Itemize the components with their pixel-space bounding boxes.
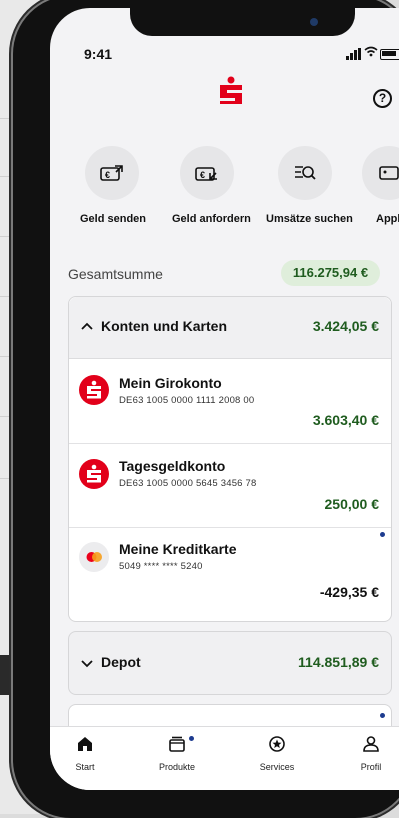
account-name: Tagesgeldkonto (119, 458, 226, 474)
accounts-section-title: Konten und Karten (101, 318, 227, 334)
sparkasse-logo (220, 76, 242, 104)
app-screen: 9:41 ? € Geld senden € Geld anfordern Um… (50, 8, 399, 790)
camera (310, 18, 318, 26)
depot-card[interactable]: Depot 114.851,89 € (68, 631, 392, 695)
quick-action-send-money[interactable]: € Geld senden (80, 146, 147, 225)
chevron-down-icon (81, 656, 93, 671)
nav-item-services[interactable]: Services (242, 735, 312, 772)
quick-action-label: Geld anfordern (172, 213, 251, 225)
accounts-card: Konten und Karten 3.424,05 € Mein Giroko… (68, 296, 392, 622)
help-icon[interactable]: ? (373, 89, 392, 108)
money-send-icon: € (85, 146, 139, 200)
quick-action-label: Umsätze suchen (266, 213, 353, 225)
sparkasse-account-icon (79, 375, 109, 405)
wifi-icon (364, 46, 378, 61)
accounts-section-amount: 3.424,05 € (312, 318, 379, 334)
account-iban: DE63 1005 0000 5645 3456 78 (119, 478, 257, 489)
battery-icon (380, 49, 399, 60)
accounts-section-header[interactable]: Konten und Karten 3.424,05 € (69, 297, 391, 359)
status-time: 9:41 (84, 46, 113, 62)
money-request-icon: € (180, 146, 234, 200)
account-iban: DE63 1005 0000 1111 2008 00 (119, 395, 255, 406)
signal-icon (350, 53, 353, 60)
quick-action-label: Appl (376, 213, 399, 225)
svg-text:€: € (105, 170, 110, 180)
svg-text:€: € (200, 170, 205, 180)
status-icons (346, 46, 399, 60)
apple-pay-card-icon (362, 146, 399, 200)
nav-label: Start (75, 762, 95, 772)
nav-label: Services (259, 762, 295, 772)
account-balance: 250,00 € (324, 496, 380, 512)
total-label: Gesamtsumme (68, 266, 163, 282)
home-icon (78, 737, 92, 751)
account-row-tagesgeldkonto[interactable]: Tagesgeldkonto DE63 1005 0000 5645 3456 … (69, 444, 391, 526)
signal-icon (358, 48, 361, 60)
notification-dot (189, 736, 194, 741)
phone-frame: 9:41 ? € Geld senden € Geld anfordern Um… (13, 0, 399, 818)
account-row-girokonto[interactable]: Mein Girokonto DE63 1005 0000 1111 2008 … (69, 359, 391, 441)
nav-label: Profil (360, 762, 382, 772)
notification-dot (380, 532, 385, 537)
total-amount-badge: 116.275,94 € (281, 260, 380, 286)
quick-action-request-money[interactable]: € Geld anfordern (172, 146, 251, 225)
services-icon (269, 736, 285, 752)
depot-title: Depot (101, 654, 141, 670)
nav-label: Produkte (158, 762, 196, 772)
account-name: Meine Kreditkarte (119, 541, 237, 557)
nav-item-start[interactable]: Start (50, 735, 120, 772)
quick-action-search-transactions[interactable]: Umsätze suchen (266, 146, 353, 225)
nav-item-produkte[interactable]: Produkte (142, 735, 212, 772)
card-number-masked: 5049 **** **** 5240 (119, 561, 203, 572)
signal-icon (354, 50, 357, 60)
signal-icon (346, 56, 349, 60)
notification-dot (380, 713, 385, 718)
bottom-navigation: Start Produkte Services Profil (50, 726, 399, 790)
mastercard-icon (79, 542, 109, 572)
products-icon (169, 736, 185, 752)
quick-action-apple-pay[interactable]: Appl (362, 146, 399, 225)
chevron-up-icon (81, 318, 93, 333)
account-name: Mein Girokonto (119, 375, 222, 391)
search-transactions-icon (278, 146, 332, 200)
notch (130, 8, 355, 36)
account-balance: -429,35 € (319, 584, 379, 600)
account-row-kreditkarte[interactable]: Meine Kreditkarte 5049 **** **** 5240 -4… (69, 528, 391, 618)
nav-item-profil[interactable]: Profil (336, 735, 399, 772)
sparkasse-account-icon (79, 459, 109, 489)
account-balance: 3.603,40 € (312, 412, 379, 428)
depot-amount: 114.851,89 € (298, 654, 379, 670)
quick-action-label: Geld senden (80, 213, 147, 225)
profile-icon (363, 736, 379, 752)
